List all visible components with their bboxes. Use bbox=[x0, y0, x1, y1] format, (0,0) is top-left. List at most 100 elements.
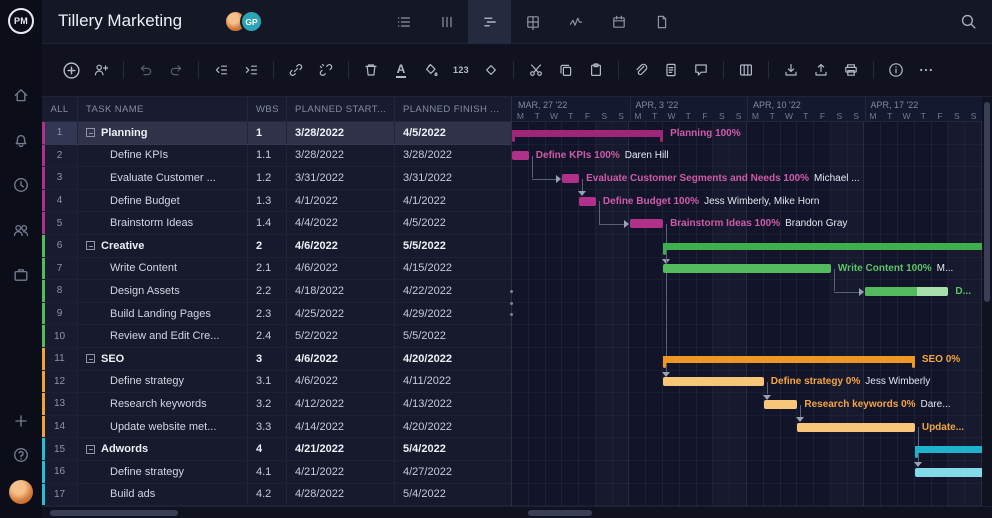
gantt-bar-task[interactable] bbox=[797, 423, 915, 432]
gantt-bar-task[interactable] bbox=[764, 400, 798, 409]
table-body: 1Planning13/28/20224/5/20222Define KPIs1… bbox=[42, 122, 512, 506]
dependency-line bbox=[834, 269, 835, 292]
table-row[interactable]: 5Brainstorm Ideas1.44/4/20224/5/2022 bbox=[42, 212, 512, 235]
table-row[interactable]: 9Build Landing Pages2.34/25/20224/29/202… bbox=[42, 303, 512, 326]
table-row[interactable]: 15Adwords44/21/20225/4/2022 bbox=[42, 438, 512, 461]
gantt-bar-task[interactable] bbox=[512, 151, 529, 160]
gantt-bar-task[interactable] bbox=[562, 174, 579, 183]
day-letter: T bbox=[921, 111, 926, 121]
team-icon[interactable] bbox=[12, 221, 30, 239]
collapse-icon[interactable] bbox=[86, 241, 95, 250]
delete-icon[interactable] bbox=[360, 59, 382, 81]
search-icon[interactable] bbox=[960, 13, 978, 31]
dependency-line bbox=[532, 156, 533, 179]
gantt-bar-task[interactable] bbox=[579, 197, 596, 206]
table-row[interactable]: 7Write Content2.14/6/20224/15/2022 bbox=[42, 258, 512, 281]
tab-gantt-view[interactable] bbox=[468, 0, 511, 44]
tab-calendar-view[interactable] bbox=[597, 0, 640, 44]
gantt-scroll-thumb[interactable] bbox=[528, 510, 592, 516]
user-avatar[interactable] bbox=[9, 480, 33, 504]
table-row[interactable]: 2Define KPIs1.13/28/20223/28/2022 bbox=[42, 145, 512, 168]
collapse-icon[interactable] bbox=[86, 128, 95, 137]
avatar[interactable]: GP bbox=[240, 10, 263, 33]
splitter-grip-icon[interactable] bbox=[508, 290, 515, 316]
table-row[interactable]: 10Review and Edit Cre...2.45/2/20225/5/2… bbox=[42, 325, 512, 348]
gantt-bar-task[interactable] bbox=[865, 287, 949, 296]
cell-wbs: 3.1 bbox=[248, 371, 287, 393]
outdent-icon[interactable] bbox=[210, 59, 232, 81]
add-icon[interactable] bbox=[12, 412, 30, 430]
home-icon[interactable] bbox=[12, 86, 30, 104]
history-icon[interactable] bbox=[12, 176, 30, 194]
table-row[interactable]: 8Design Assets2.24/18/20224/22/2022 bbox=[42, 280, 512, 303]
cell-planned-finish: 4/15/2022 bbox=[395, 258, 512, 280]
gantt-bar-task[interactable] bbox=[663, 377, 764, 386]
tab-chart-view[interactable] bbox=[554, 0, 597, 44]
gantt-bar-summary[interactable] bbox=[915, 446, 982, 453]
milestone-icon[interactable] bbox=[480, 59, 502, 81]
tab-list-view[interactable] bbox=[382, 0, 425, 44]
vertical-scroll-thumb[interactable] bbox=[984, 102, 990, 302]
more-icon[interactable] bbox=[915, 59, 937, 81]
help-icon[interactable] bbox=[12, 446, 30, 464]
table-row[interactable]: 6Creative24/6/20225/5/2022 bbox=[42, 235, 512, 258]
add-user-icon[interactable] bbox=[90, 59, 112, 81]
grid-row-line bbox=[512, 461, 982, 484]
portfolio-icon[interactable] bbox=[12, 266, 30, 284]
gantt-bar-task[interactable] bbox=[663, 264, 831, 273]
page-title: Tillery Marketing bbox=[58, 11, 182, 31]
cell-planned-start: 3/28/2022 bbox=[287, 122, 395, 144]
day-letter: S bbox=[618, 111, 624, 121]
collapse-icon[interactable] bbox=[86, 354, 95, 363]
tab-board-view[interactable] bbox=[425, 0, 468, 44]
tab-doc-view[interactable] bbox=[640, 0, 683, 44]
table-row[interactable]: 11SEO34/6/20224/20/2022 bbox=[42, 348, 512, 371]
collapse-icon[interactable] bbox=[86, 445, 95, 454]
export-icon[interactable] bbox=[810, 59, 832, 81]
table-row[interactable]: 4Define Budget1.34/1/20224/1/2022 bbox=[42, 190, 512, 213]
table-row[interactable]: 17Build ads4.24/28/20225/4/2022 bbox=[42, 484, 512, 506]
table-row[interactable]: 1Planning13/28/20224/5/2022 bbox=[42, 122, 512, 145]
gantt-bar-summary[interactable] bbox=[512, 130, 663, 137]
notes-icon[interactable] bbox=[660, 59, 682, 81]
fill-color-icon[interactable] bbox=[420, 59, 442, 81]
day-letter: F bbox=[702, 111, 707, 121]
link-tasks-icon[interactable] bbox=[285, 59, 307, 81]
cell-planned-finish: 4/29/2022 bbox=[395, 303, 512, 325]
cut-icon[interactable] bbox=[525, 59, 547, 81]
table-row[interactable]: 12Define strategy3.14/6/20224/11/2022 bbox=[42, 371, 512, 394]
cell-planned-finish: 3/31/2022 bbox=[395, 167, 512, 189]
numbers-icon[interactable]: 123 bbox=[450, 59, 472, 81]
indent-icon[interactable] bbox=[240, 59, 262, 81]
comment-icon[interactable] bbox=[690, 59, 712, 81]
unlink-tasks-icon[interactable] bbox=[315, 59, 337, 81]
cell-planned-finish: 5/4/2022 bbox=[395, 438, 512, 460]
table-row[interactable]: 14Update website met...3.34/14/20224/20/… bbox=[42, 416, 512, 439]
undo-icon[interactable] bbox=[135, 59, 157, 81]
day-letter: W bbox=[550, 111, 558, 121]
redo-icon[interactable] bbox=[165, 59, 187, 81]
cell-planned-start: 4/6/2022 bbox=[287, 258, 395, 280]
table-row[interactable]: 16Define strategy4.14/21/20224/27/2022 bbox=[42, 461, 512, 484]
day-letter: W bbox=[667, 111, 675, 121]
cell-wbs: 3.2 bbox=[248, 393, 287, 415]
import-icon[interactable] bbox=[780, 59, 802, 81]
table-row[interactable]: 13Research keywords3.24/12/20224/13/2022 bbox=[42, 393, 512, 416]
paste-icon[interactable] bbox=[585, 59, 607, 81]
info-icon[interactable] bbox=[885, 59, 907, 81]
table-scroll-thumb[interactable] bbox=[50, 510, 178, 516]
attach-icon[interactable] bbox=[630, 59, 652, 81]
gantt-bar-summary[interactable] bbox=[663, 243, 982, 250]
columns-icon[interactable] bbox=[735, 59, 757, 81]
font-color-icon[interactable]: A bbox=[390, 59, 412, 81]
gantt-bar-task[interactable] bbox=[915, 468, 982, 477]
tab-sheet-view[interactable] bbox=[511, 0, 554, 44]
gantt-bar-summary[interactable] bbox=[663, 356, 915, 363]
notifications-icon[interactable] bbox=[12, 131, 30, 149]
column-header: ALL bbox=[42, 97, 78, 121]
table-row[interactable]: 3Evaluate Customer ...1.23/31/20223/31/2… bbox=[42, 167, 512, 190]
gantt-bar-task[interactable] bbox=[630, 219, 664, 228]
print-icon[interactable] bbox=[840, 59, 862, 81]
add-task-icon[interactable] bbox=[60, 59, 82, 81]
copy-icon[interactable] bbox=[555, 59, 577, 81]
